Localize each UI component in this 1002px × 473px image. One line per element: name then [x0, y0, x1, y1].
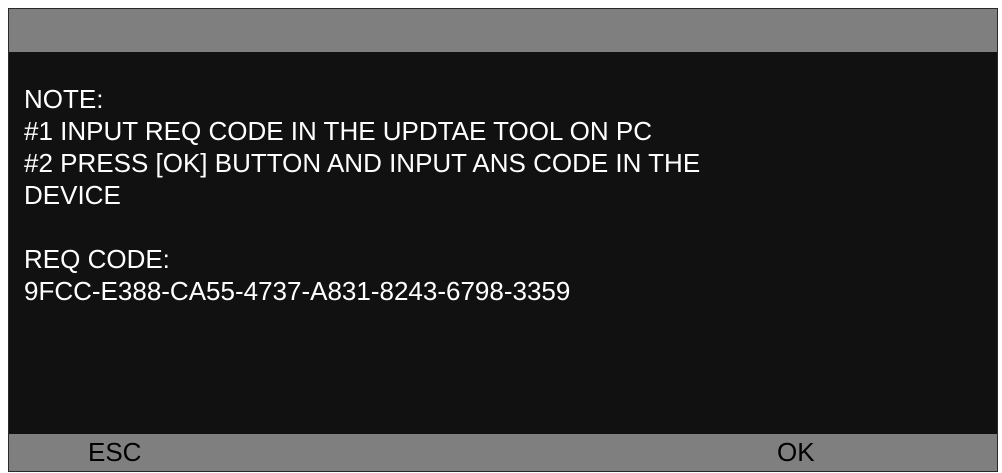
title-bar: [9, 9, 997, 52]
ok-button[interactable]: OK: [777, 437, 815, 467]
req-code-value: 9FCC-E388-CA55-4737-A831-8243-6798-3359: [24, 276, 571, 306]
note-step-2-continuation: DEVICE: [24, 180, 121, 210]
softkey-bar: ESC OK: [9, 434, 997, 471]
device-screen: NOTE: #1 INPUT REQ CODE IN THE UPDTAE TO…: [8, 8, 998, 472]
esc-button[interactable]: ESC: [88, 437, 141, 467]
note-step-2: #2 PRESS [OK] BUTTON AND INPUT ANS CODE …: [24, 148, 701, 178]
message-area: NOTE: #1 INPUT REQ CODE IN THE UPDTAE TO…: [24, 83, 977, 307]
note-heading: NOTE:: [24, 84, 104, 114]
note-step-1: #1 INPUT REQ CODE IN THE UPDTAE TOOL ON …: [24, 116, 652, 146]
req-code-label: REQ CODE:: [24, 244, 170, 274]
